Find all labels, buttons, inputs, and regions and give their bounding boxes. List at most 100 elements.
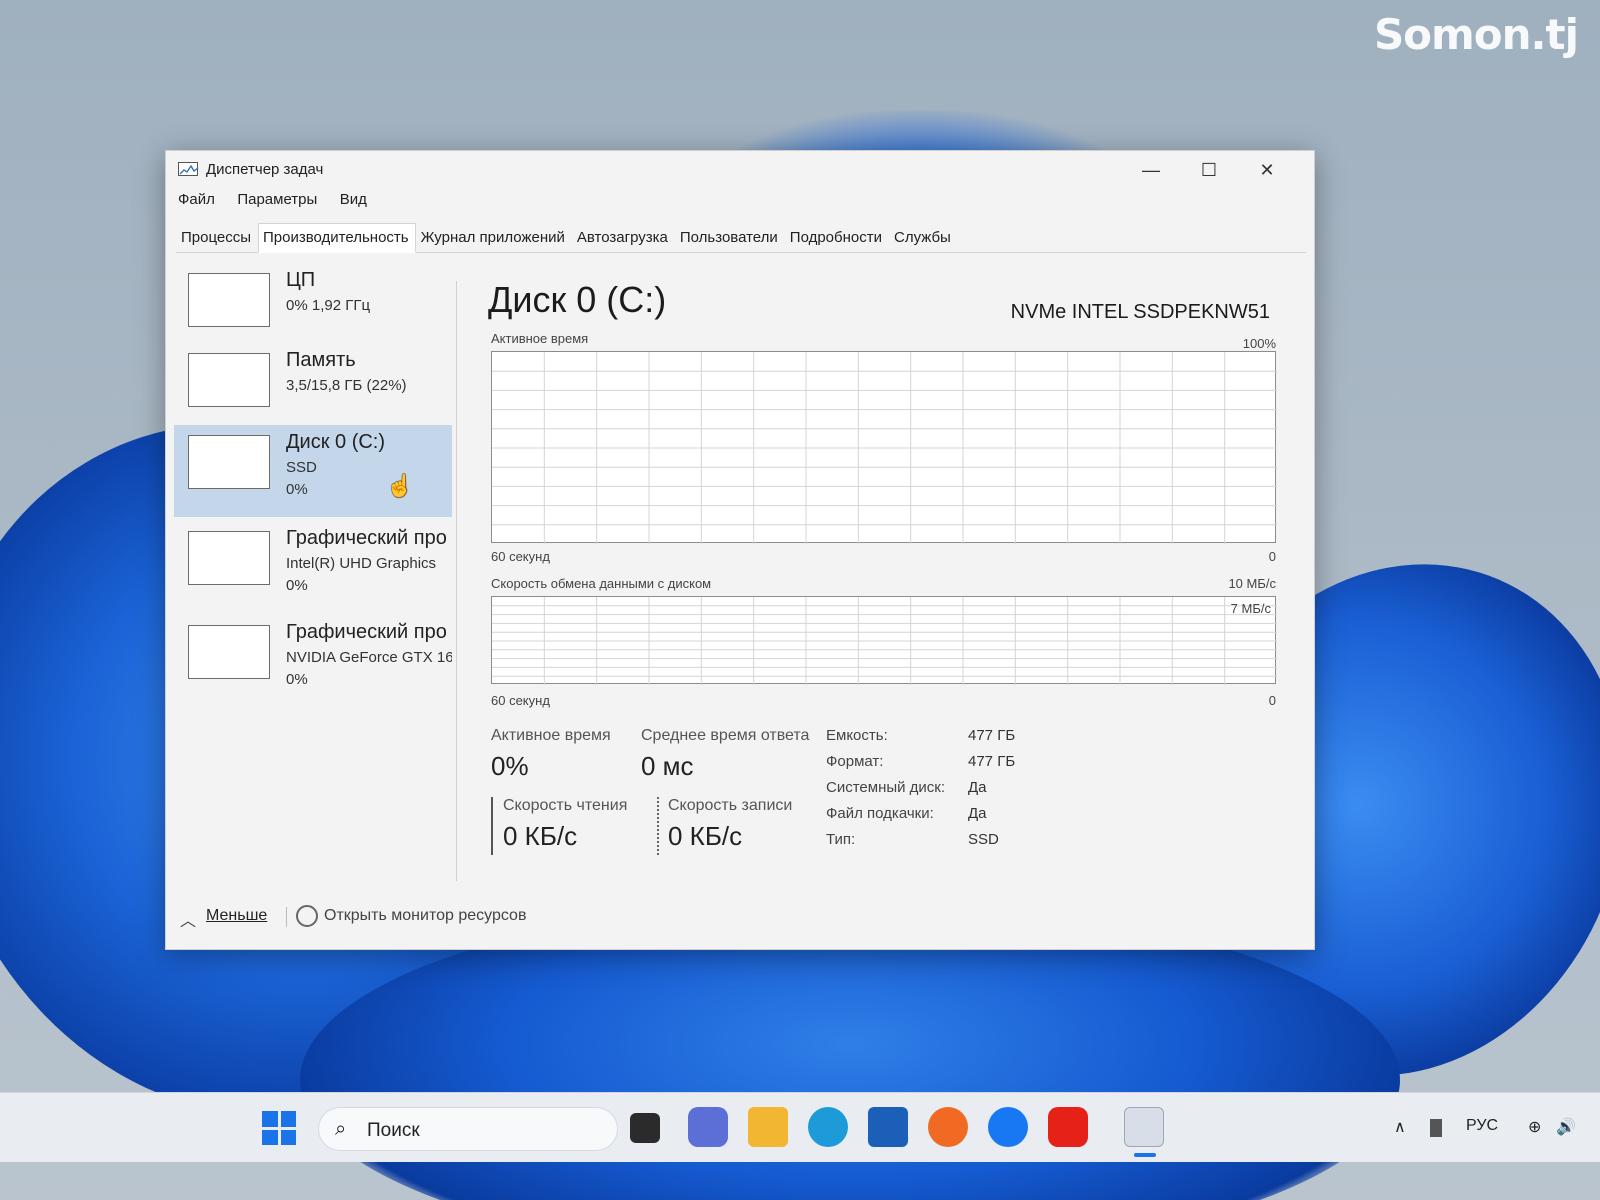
- read-rate-label: Скорость чтения: [503, 797, 628, 814]
- meet-icon[interactable]: [688, 1107, 728, 1147]
- tab-processes[interactable]: Процессы: [176, 223, 258, 253]
- title-bar[interactable]: Диспетчер задач — ☐ ✕: [166, 151, 1314, 187]
- graph2-label: Скорость обмена данными с диском: [491, 576, 712, 591]
- page-title: Диск 0 (C:): [488, 279, 667, 320]
- window-title: Диспетчер задач: [206, 161, 324, 178]
- transfer-rate-graph: 7 МБ/с: [491, 596, 1277, 685]
- page-file-label: Файл подкачки:: [826, 805, 934, 822]
- sidebar-item-detail: 3,5/15,8 ГБ (22%): [286, 377, 407, 394]
- sidebar-item-gpu-intel[interactable]: Графический про Intel(R) UHD Graphics 0%: [174, 521, 452, 613]
- tab-services[interactable]: Службы: [889, 223, 958, 253]
- graph2-time-span: 60 секунд: [491, 693, 550, 708]
- start-button[interactable]: [262, 1111, 296, 1145]
- sidebar-item-label: Диск 0 (C:): [286, 431, 386, 453]
- sidebar-item-memory[interactable]: Память 3,5/15,8 ГБ (22%): [174, 343, 452, 435]
- page-file-value: Да: [968, 805, 987, 822]
- network-icon[interactable]: ⊕: [1528, 1117, 1541, 1137]
- format-label: Формат:: [826, 753, 884, 770]
- system-disk-value: Да: [968, 779, 987, 796]
- performance-sidebar: ЦП 0% 1,92 ГГц Память 3,5/15,8 ГБ (22%) …: [174, 263, 454, 863]
- tab-details[interactable]: Подробности: [785, 223, 889, 253]
- gpu-thumbnail-graph: [188, 531, 270, 585]
- language-indicator[interactable]: РУС: [1466, 1117, 1498, 1135]
- sidebar-item-cpu[interactable]: ЦП 0% 1,92 ГГц: [174, 263, 452, 355]
- open-resource-monitor-link[interactable]: Открыть монитор ресурсов: [324, 907, 526, 925]
- taskbar: ⌕ Поиск ∧ РУС ⊕ 🔊: [0, 1092, 1600, 1162]
- graph2-inner-scale: 7 МБ/с: [1230, 601, 1271, 616]
- gpu-thumbnail-graph: [188, 625, 270, 679]
- firefox-icon[interactable]: [928, 1107, 968, 1147]
- file-explorer-icon[interactable]: [748, 1107, 788, 1147]
- task-view-icon[interactable]: [630, 1113, 660, 1143]
- sidebar-item-label: Графический про: [286, 621, 447, 643]
- windows-logo-tile: [262, 1111, 278, 1127]
- sidebar-item-usage: 0%: [286, 671, 308, 688]
- close-button[interactable]: ✕: [1244, 157, 1290, 183]
- tab-startup[interactable]: Автозагрузка: [572, 223, 675, 253]
- sidebar-item-detail: SSD: [286, 459, 317, 476]
- task-manager-icon: [178, 162, 199, 176]
- graph1-min: 0: [1268, 549, 1276, 564]
- sidebar-item-label: Графический про: [286, 527, 447, 549]
- sidebar-item-usage: 0%: [286, 577, 308, 594]
- footer: ︿ Меньше Открыть монитор ресурсов: [166, 899, 1314, 939]
- sidebar-item-disk[interactable]: Диск 0 (C:) SSD 0% ☝: [174, 425, 452, 517]
- tab-users[interactable]: Пользователи: [675, 223, 785, 253]
- format-value: 477 ГБ: [968, 753, 1016, 770]
- sidebar-item-detail: NVIDIA GeForce GTX 16: [286, 649, 452, 666]
- graph2-max: 10 МБ/с: [1228, 576, 1276, 591]
- minimize-button[interactable]: —: [1128, 157, 1174, 183]
- task-manager-taskbar-icon[interactable]: [1124, 1107, 1164, 1147]
- taskbar-search[interactable]: ⌕ Поиск: [318, 1107, 618, 1151]
- active-app-indicator: [1134, 1153, 1156, 1157]
- battery-icon[interactable]: [1430, 1119, 1442, 1137]
- sidebar-divider: [456, 281, 457, 881]
- task-manager-window: Диспетчер задач — ☐ ✕ Файл Параметры Вид…: [165, 150, 1315, 950]
- write-rate-value: 0 КБ/с: [668, 821, 743, 851]
- menu-bar: Файл Параметры Вид: [178, 191, 385, 215]
- youtube-icon[interactable]: [1048, 1107, 1088, 1147]
- graph1-max: 100%: [1242, 336, 1276, 351]
- sidebar-item-detail: Intel(R) UHD Graphics: [286, 555, 437, 572]
- write-rate-label: Скорость записи: [668, 797, 793, 814]
- chevron-up-icon[interactable]: ∧: [1394, 1117, 1406, 1137]
- resource-monitor-icon: [296, 905, 318, 927]
- watermark: Somon.tj: [1373, 10, 1579, 59]
- sidebar-item-label: Память: [286, 349, 356, 371]
- read-rate-marker: [491, 797, 493, 855]
- windows-logo-tile: [280, 1129, 296, 1145]
- read-rate-value: 0 КБ/с: [503, 821, 578, 851]
- graph2-min: 0: [1268, 693, 1276, 708]
- sidebar-item-usage: 0%: [286, 481, 308, 498]
- sidebar-item-detail: 0% 1,92 ГГц: [286, 297, 371, 314]
- system-disk-label: Системный диск:: [826, 779, 946, 796]
- capacity-label: Емкость:: [826, 727, 888, 744]
- tab-app-history[interactable]: Журнал приложений: [416, 223, 572, 253]
- facebook-icon[interactable]: [988, 1107, 1028, 1147]
- volume-icon[interactable]: 🔊: [1556, 1117, 1576, 1137]
- windows-logo-tile: [262, 1129, 278, 1145]
- type-label: Тип:: [826, 831, 856, 848]
- chevron-up-icon[interactable]: ︿: [180, 907, 196, 931]
- active-time-label: Активное время: [491, 727, 611, 744]
- active-time-value: 0%: [491, 751, 529, 781]
- tab-performance[interactable]: Производительность: [258, 223, 416, 253]
- hand-cursor-icon: ☝: [386, 473, 414, 498]
- menu-options[interactable]: Параметры: [237, 191, 317, 208]
- cpu-thumbnail-graph: [188, 273, 270, 327]
- menu-view[interactable]: Вид: [340, 191, 367, 208]
- store-icon[interactable]: [868, 1107, 908, 1147]
- menu-file[interactable]: Файл: [178, 191, 215, 208]
- response-time-value: 0 мс: [641, 751, 694, 781]
- search-placeholder: Поиск: [367, 1120, 420, 1141]
- response-time-label: Среднее время ответа: [641, 727, 810, 744]
- type-value: SSD: [968, 831, 999, 848]
- fewer-details-link[interactable]: Меньше: [206, 907, 267, 925]
- search-icon: ⌕: [335, 1118, 347, 1140]
- sidebar-item-gpu-nvidia[interactable]: Графический про NVIDIA GeForce GTX 16 0%: [174, 615, 452, 707]
- maximize-button[interactable]: ☐: [1186, 157, 1232, 183]
- disk-thumbnail-graph: [188, 435, 270, 489]
- edge-icon[interactable]: [808, 1107, 848, 1147]
- sidebar-item-label: ЦП: [286, 269, 316, 291]
- windows-logo-tile: [280, 1111, 296, 1127]
